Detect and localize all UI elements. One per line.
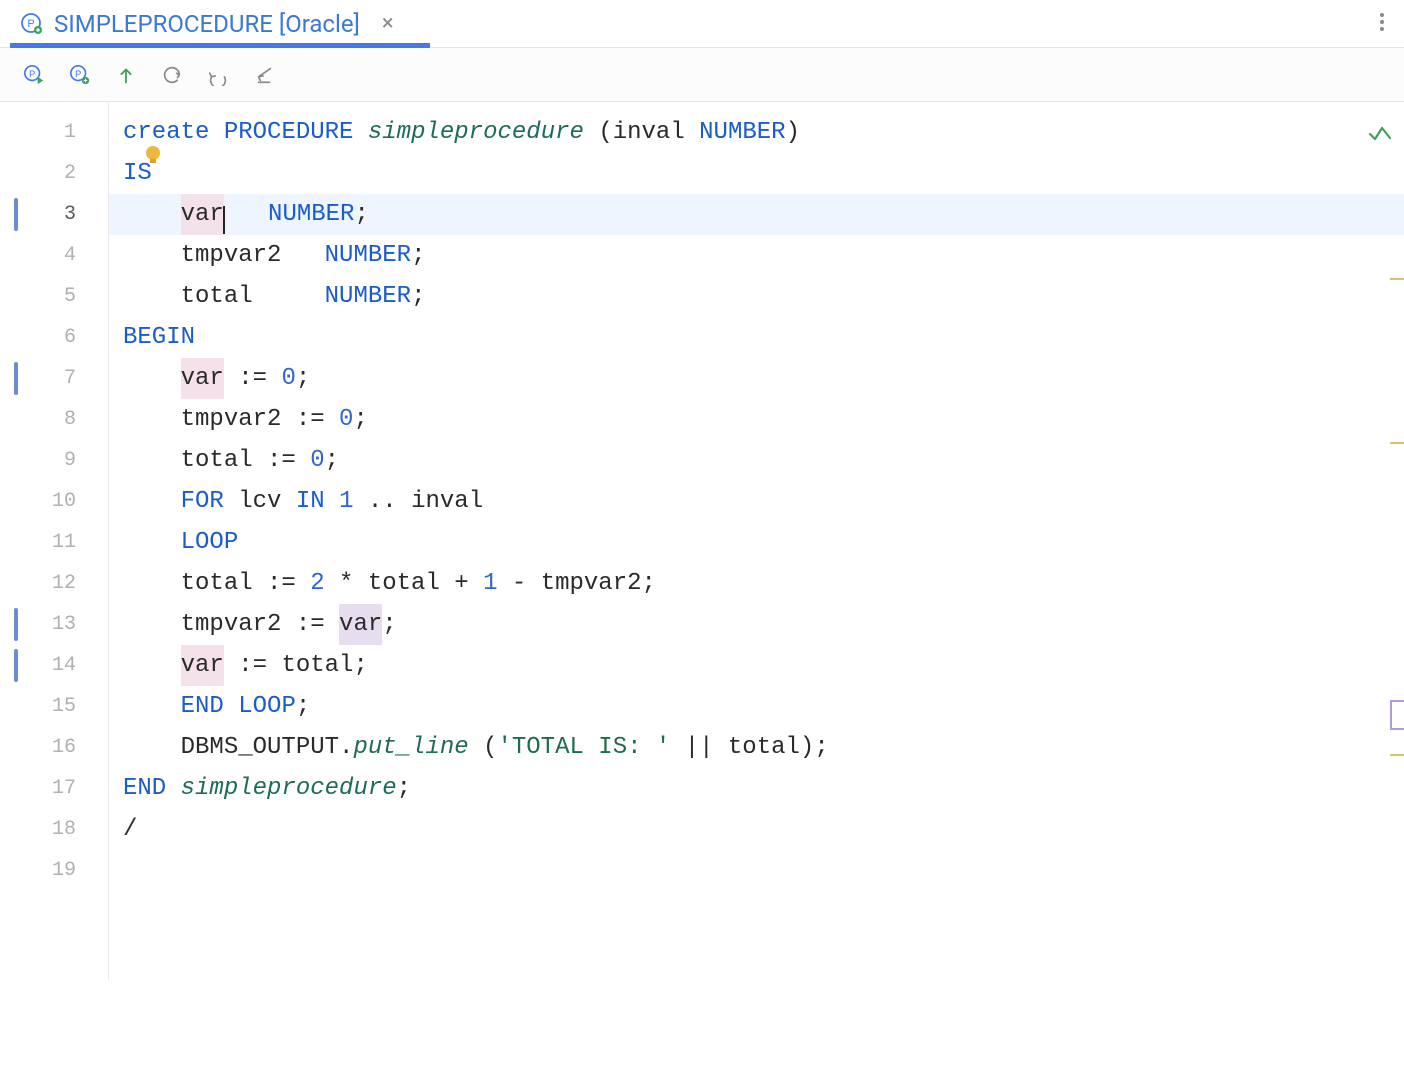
- run-procedure-button[interactable]: P: [22, 63, 46, 87]
- line-number: 14: [0, 645, 108, 686]
- line-number: 19: [0, 850, 108, 891]
- tab-active-underline: [10, 43, 430, 48]
- line-number: 9: [0, 440, 108, 481]
- status-ok-icon: [1368, 117, 1392, 158]
- code-line: tmpvar2 := var;: [109, 604, 1404, 645]
- line-number: 18: [0, 809, 108, 850]
- rollback-button[interactable]: [206, 63, 230, 87]
- code-line: tmpvar2 NUMBER;: [109, 235, 1404, 276]
- code-area[interactable]: create PROCEDURE simpleprocedure (inval …: [108, 102, 1404, 980]
- code-line: BEGIN: [109, 317, 1404, 358]
- code-line: /: [109, 809, 1404, 850]
- code-line: var := 0;: [109, 358, 1404, 399]
- code-line: DBMS_OUTPUT.put_line ('TOTAL IS: ' || to…: [109, 727, 1404, 768]
- marker[interactable]: [1390, 754, 1404, 756]
- line-number: 11: [0, 522, 108, 563]
- code-line: var := total;: [109, 645, 1404, 686]
- svg-text:P: P: [75, 68, 81, 78]
- tab-title: SIMPLEPROCEDURE [Oracle]: [54, 10, 360, 38]
- line-number: 1: [0, 112, 108, 153]
- line-number: 17: [0, 768, 108, 809]
- code-line: [109, 850, 1404, 891]
- svg-text:P: P: [29, 68, 35, 78]
- marker[interactable]: [1390, 278, 1404, 280]
- line-number: 16: [0, 727, 108, 768]
- code-line: END LOOP;: [109, 686, 1404, 727]
- marker[interactable]: [1390, 442, 1404, 444]
- line-number: 13: [0, 604, 108, 645]
- code-line: create PROCEDURE simpleprocedure (inval …: [109, 112, 1404, 153]
- line-number: 7: [0, 358, 108, 399]
- revert-button[interactable]: [252, 63, 276, 87]
- editor-tab[interactable]: P SIMPLEPROCEDURE [Oracle] ×: [0, 0, 408, 47]
- sync-button[interactable]: [160, 63, 184, 87]
- marker[interactable]: [1390, 700, 1404, 730]
- editor[interactable]: 1 2 3 4 5 6 7 8 9 10 11 12 13 14 15 16 1…: [0, 102, 1404, 980]
- submit-button[interactable]: [114, 63, 138, 87]
- code-line: total NUMBER;: [109, 276, 1404, 317]
- line-number: 12: [0, 563, 108, 604]
- line-number: 10: [0, 481, 108, 522]
- tab-bar: P SIMPLEPROCEDURE [Oracle] ×: [0, 0, 1404, 48]
- code-line: var NUMBER;: [109, 194, 1404, 235]
- line-number: 4: [0, 235, 108, 276]
- line-number: 5: [0, 276, 108, 317]
- code-line: total := 2 * total + 1 - tmpvar2;: [109, 563, 1404, 604]
- line-number: 15: [0, 686, 108, 727]
- code-line: IS: [109, 153, 1404, 194]
- code-line: tmpvar2 := 0;: [109, 399, 1404, 440]
- line-number: 2: [0, 153, 108, 194]
- line-number: 6: [0, 317, 108, 358]
- code-line: total := 0;: [109, 440, 1404, 481]
- text-cursor: [223, 206, 225, 234]
- code-line: END simpleprocedure;: [109, 768, 1404, 809]
- more-icon[interactable]: [1380, 12, 1384, 36]
- line-number: 3: [0, 194, 108, 235]
- svg-text:P: P: [27, 18, 34, 30]
- debug-procedure-button[interactable]: P: [68, 63, 92, 87]
- line-number: 8: [0, 399, 108, 440]
- code-line: FOR lcv IN 1 .. inval: [109, 481, 1404, 522]
- error-stripe: [1388, 202, 1404, 1080]
- procedure-icon: P: [20, 12, 44, 36]
- editor-toolbar: P P: [0, 48, 1404, 102]
- gutter: 1 2 3 4 5 6 7 8 9 10 11 12 13 14 15 16 1…: [0, 102, 108, 980]
- intention-bulb-icon[interactable]: [142, 144, 164, 166]
- code-line: LOOP: [109, 522, 1404, 563]
- close-icon[interactable]: ×: [382, 11, 394, 36]
